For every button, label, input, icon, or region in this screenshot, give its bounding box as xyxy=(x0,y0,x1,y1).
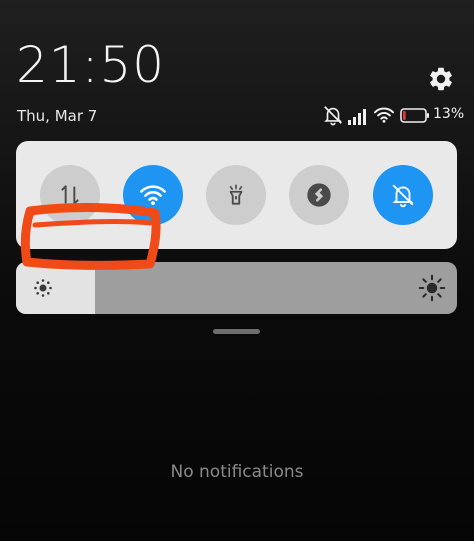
shazam-icon xyxy=(307,183,331,207)
mute-icon xyxy=(324,106,342,126)
signal-icon xyxy=(348,109,366,125)
date-label[interactable]: Thu, Mar 7 xyxy=(17,107,97,125)
tile-wifi[interactable] xyxy=(123,165,183,225)
mobile-data-icon xyxy=(61,185,79,205)
wifi-icon xyxy=(140,185,166,206)
mute-icon xyxy=(392,184,414,208)
drag-handle[interactable] xyxy=(213,329,260,334)
gear-icon xyxy=(430,67,452,91)
tile-shazam[interactable] xyxy=(289,165,349,225)
quick-settings-panel xyxy=(16,141,457,249)
tile-flashlight[interactable] xyxy=(206,165,266,225)
brightness-slider[interactable] xyxy=(16,262,457,314)
tile-mobile-data[interactable] xyxy=(40,165,100,225)
tile-mute[interactable] xyxy=(373,165,433,225)
settings-button[interactable] xyxy=(427,65,455,93)
no-notifications-text: No notifications xyxy=(170,462,304,482)
brightness-fill xyxy=(16,262,96,314)
clock-time[interactable]: 21:50 xyxy=(16,40,165,90)
brightness-high-icon xyxy=(418,274,446,302)
battery-icon xyxy=(400,108,429,123)
wifi-icon xyxy=(374,107,394,123)
battery-percent: 13% xyxy=(433,106,465,122)
flashlight-icon xyxy=(229,184,243,205)
status-icons: 13% xyxy=(322,104,465,128)
brightness-low-icon xyxy=(34,279,52,297)
